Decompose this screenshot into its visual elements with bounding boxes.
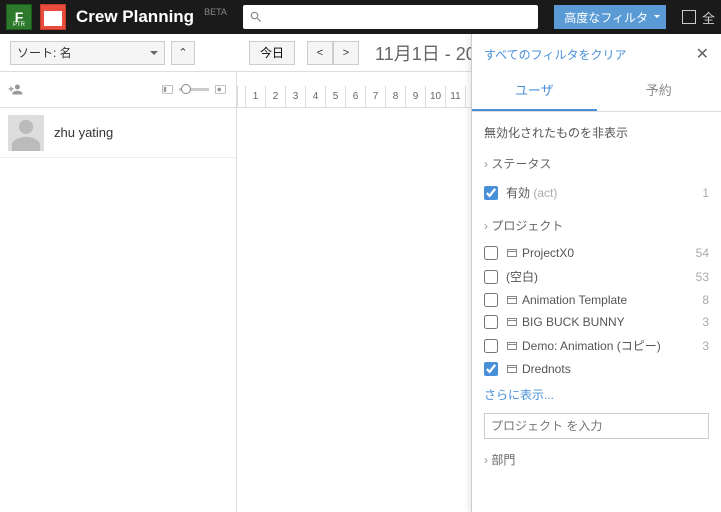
grid-label: 全 <box>702 8 715 27</box>
next-button[interactable]: > <box>333 41 359 65</box>
sort-select[interactable]: ソート: 名 <box>10 41 165 65</box>
day-cell[interactable]: 7 <box>366 86 386 107</box>
project-checkbox[interactable] <box>484 339 498 353</box>
project-item[interactable]: Demo: Animation (コピー)3 <box>484 333 709 358</box>
grid-view-icon[interactable] <box>682 10 696 24</box>
section-project[interactable]: プロジェクト <box>484 217 709 234</box>
status-active-checkbox[interactable] <box>484 186 498 200</box>
beta-badge: BETA <box>204 7 227 17</box>
search-box[interactable] <box>243 5 538 29</box>
section-status[interactable]: ステータス <box>484 155 709 172</box>
show-more-link[interactable]: さらに表示... <box>484 386 709 403</box>
day-cell[interactable]: 4 <box>306 86 326 107</box>
zoom-thumb[interactable] <box>181 84 191 94</box>
user-row[interactable]: zhu yating <box>0 108 236 158</box>
day-cell[interactable]: 3 <box>286 86 306 107</box>
project-filter-input[interactable] <box>484 413 709 439</box>
hide-disabled-label[interactable]: 無効化されたものを非表示 <box>484 124 709 141</box>
app-title: Crew Planning <box>76 7 194 27</box>
clear-filters-link[interactable]: すべてのフィルタをクリア <box>484 46 626 63</box>
day-cell[interactable]: 11 <box>446 86 466 107</box>
zoom-in-thumb-icon[interactable] <box>213 82 228 97</box>
sort-direction-button[interactable]: ⌃ <box>171 41 195 65</box>
tab-user[interactable]: ユーザ <box>472 70 597 111</box>
project-checkbox[interactable] <box>484 246 498 260</box>
logo-sub: PTR <box>13 22 25 28</box>
today-button[interactable]: 今日 <box>249 41 295 65</box>
add-user-icon[interactable] <box>8 82 23 97</box>
user-name: zhu yating <box>54 125 113 140</box>
day-cell[interactable]: 6 <box>346 86 366 107</box>
project-checkbox[interactable] <box>484 315 498 329</box>
calendar-app-icon[interactable] <box>40 4 66 30</box>
sort-label: ソート: 名 <box>17 44 72 61</box>
advanced-filter-button[interactable]: 高度なフィルタ <box>554 5 666 29</box>
search-input[interactable] <box>267 10 532 24</box>
filter-panel: すべてのフィルタをクリア ✕ ユーザ 予約 無効化されたものを非表示 ステータス… <box>471 34 721 512</box>
prev-button[interactable]: < <box>307 41 333 65</box>
project-item[interactable]: Animation Template8 <box>484 289 709 311</box>
zoom-out-thumb-icon[interactable] <box>160 82 175 97</box>
date-range: 11月1日 - 202 <box>375 40 486 66</box>
project-checkbox[interactable] <box>484 293 498 307</box>
avatar <box>8 115 44 151</box>
day-cell[interactable]: 1 <box>246 86 266 107</box>
day-cell[interactable]: 2 <box>266 86 286 107</box>
day-cell[interactable]: 9 <box>406 86 426 107</box>
project-item[interactable]: BIG BUCK BUNNY3 <box>484 311 709 333</box>
tab-booking[interactable]: 予約 <box>597 70 721 111</box>
project-checkbox[interactable] <box>484 362 498 376</box>
project-item[interactable]: ProjectX054 <box>484 242 709 264</box>
project-item[interactable]: (空白)53 <box>484 264 709 289</box>
day-cell[interactable]: 10 <box>426 86 446 107</box>
zoom-slider[interactable] <box>179 88 209 91</box>
project-item[interactable]: Drednots <box>484 358 709 380</box>
search-icon <box>249 10 263 24</box>
day-cell[interactable] <box>237 86 246 107</box>
project-checkbox[interactable] <box>484 270 498 284</box>
day-cell[interactable]: 5 <box>326 86 346 107</box>
status-active-item[interactable]: 有効 (act) 1 <box>484 180 709 205</box>
section-department[interactable]: 部門 <box>484 451 709 468</box>
ftrack-logo[interactable]: F PTR <box>6 4 32 30</box>
close-icon[interactable]: ✕ <box>696 44 709 64</box>
day-cell[interactable]: 8 <box>386 86 406 107</box>
